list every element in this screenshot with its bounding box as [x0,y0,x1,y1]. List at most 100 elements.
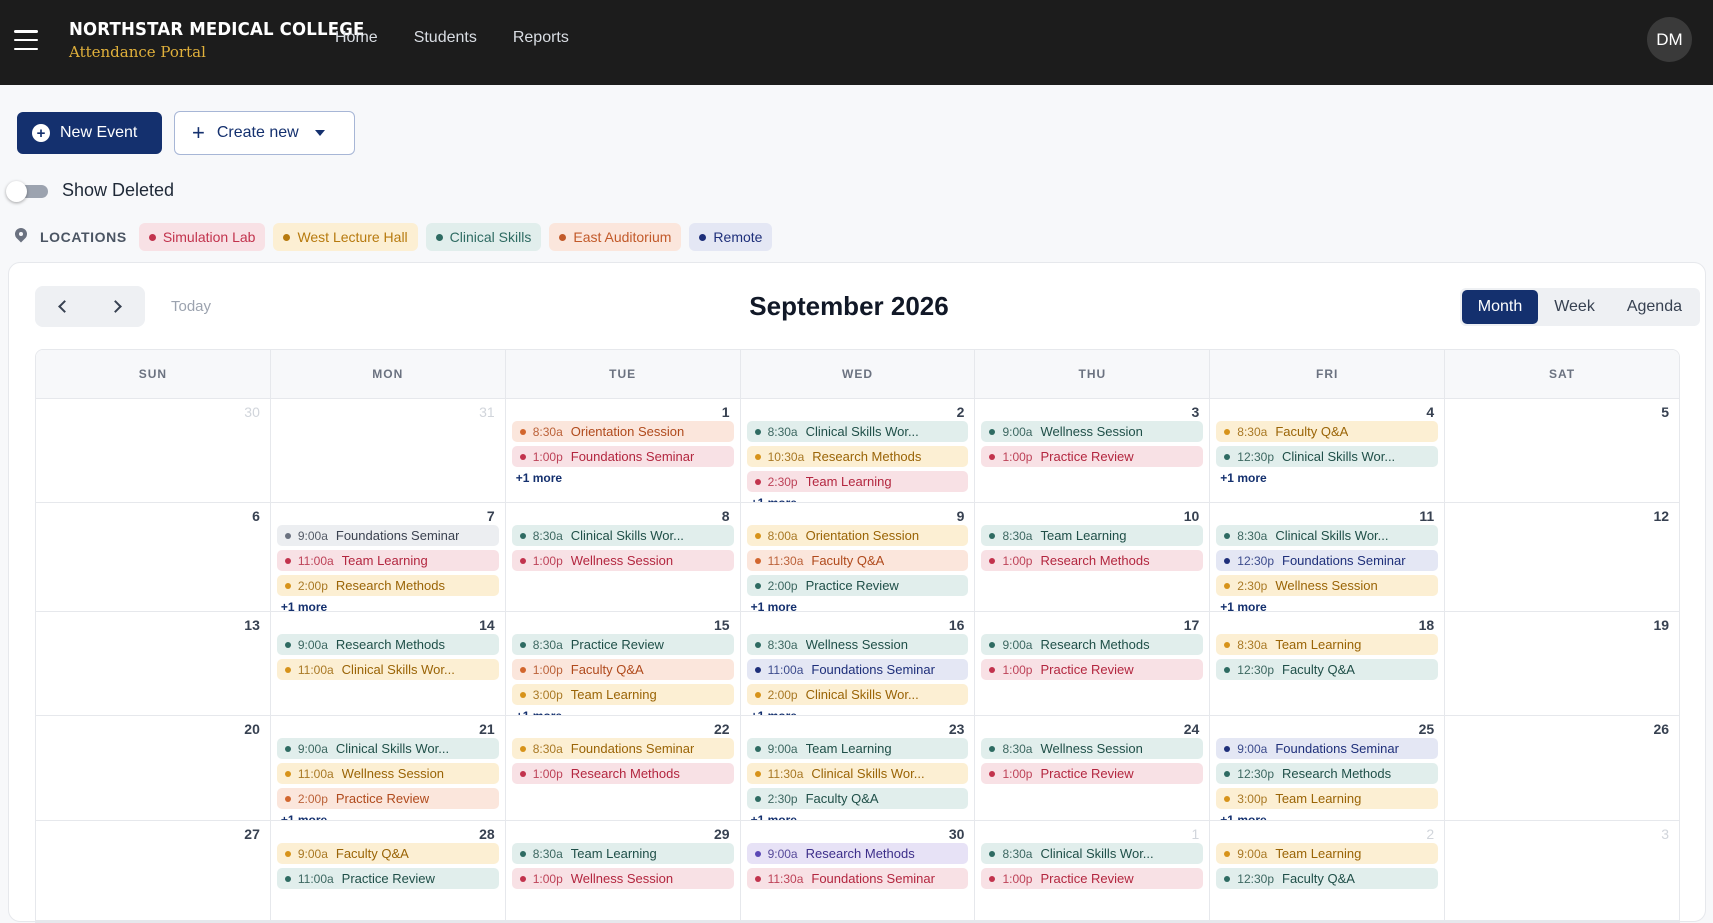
event-pill[interactable]: 8:30a Clinical Skills Wor... [1216,525,1439,546]
event-pill[interactable]: 9:00a Foundations Seminar [1216,738,1439,759]
day-cell[interactable]: 28 9:00a Faculty Q&A 11:00a Practice Review [271,821,506,920]
location-chip[interactable]: Simulation Lab [138,223,266,251]
more-events-link[interactable]: +1 more [277,813,499,820]
location-chip[interactable]: East Auditorium [549,223,682,251]
day-cell[interactable]: 5 [1445,399,1679,502]
event-pill[interactable]: 2:00p Research Methods [276,575,499,596]
day-cell[interactable]: 26 [1445,716,1679,820]
event-pill[interactable]: 2:30p Team Learning [746,471,969,492]
event-pill[interactable]: 9:00a Research Methods [746,843,969,864]
event-pill[interactable]: 1:00p Foundations Seminar [511,446,734,467]
event-pill[interactable]: 11:00a Wellness Session [276,763,499,784]
event-pill[interactable]: 11:00a Practice Review [276,868,499,889]
location-chip[interactable]: Remote [689,223,773,251]
day-cell[interactable]: 21 9:00a Clinical Skills Wor... 11:00a Welln… [271,716,506,820]
event-pill[interactable]: 3:00p Team Learning [1216,788,1439,809]
event-pill[interactable]: 1:00p Wellness Session [511,550,734,571]
nav-home[interactable]: Home [335,29,378,47]
day-cell[interactable]: 2 8:30a Clinical Skills Wor... 10:30a Resear… [741,399,976,502]
day-cell[interactable]: 3 [1445,821,1679,920]
event-pill[interactable]: 1:00p Practice Review [981,763,1204,784]
day-cell[interactable]: 3 9:00a Wellness Session 1:00p Practice Revi… [975,399,1211,502]
event-pill[interactable]: 11:00a Foundations Seminar [746,659,969,680]
day-cell[interactable]: 25 9:00a Foundations Seminar 12:30p Research… [1210,716,1446,820]
event-pill[interactable]: 11:00a Clinical Skills Wor... [276,659,499,680]
event-pill[interactable]: 10:30a Research Methods [746,446,969,467]
new-event-button[interactable]: + New Event [17,112,162,154]
event-pill[interactable]: 8:30a Wellness Session [746,634,969,655]
event-pill[interactable]: 2:30p Faculty Q&A [746,788,969,809]
event-pill[interactable]: 9:00a Team Learning [1216,843,1439,864]
more-events-link[interactable]: +1 more [512,471,734,485]
event-pill[interactable]: 12:30p Research Methods [1216,763,1439,784]
event-pill[interactable]: 1:00p Practice Review [981,659,1204,680]
menu-icon[interactable] [14,30,38,50]
event-pill[interactable]: 12:30p Faculty Q&A [1216,868,1439,889]
event-pill[interactable]: 1:00p Practice Review [981,868,1204,889]
event-pill[interactable]: 1:00p Practice Review [981,446,1204,467]
event-pill[interactable]: 8:30a Foundations Seminar [511,738,734,759]
event-pill[interactable]: 1:00p Wellness Session [511,868,734,889]
event-pill[interactable]: 1:00p Research Methods [981,550,1204,571]
day-cell[interactable]: 17 9:00a Research Methods 1:00p Practice Rev… [975,612,1211,715]
event-pill[interactable]: 11:30a Clinical Skills Wor... [746,763,969,784]
event-pill[interactable]: 9:00a Wellness Session [981,421,1204,442]
day-cell[interactable]: 30 [36,399,271,502]
day-cell[interactable]: 7 9:00a Foundations Seminar 11:00a Team Lear… [271,503,506,611]
event-pill[interactable]: 8:30a Clinical Skills Wor... [981,843,1204,864]
view-week[interactable]: Week [1538,290,1611,324]
day-cell[interactable]: 2 9:00a Team Learning 12:30p Faculty Q&A [1210,821,1446,920]
create-new-dropdown[interactable]: + Create new [174,111,355,155]
event-pill[interactable]: 8:30a Team Learning [511,843,734,864]
event-pill[interactable]: 11:30a Faculty Q&A [746,550,969,571]
show-deleted-toggle[interactable] [6,180,48,202]
day-cell[interactable]: 14 9:00a Research Methods 11:00a Clinical Sk… [271,612,506,715]
event-pill[interactable]: 9:00a Research Methods [276,634,499,655]
event-pill[interactable]: 9:00a Clinical Skills Wor... [276,738,499,759]
nav-reports[interactable]: Reports [513,29,569,47]
day-cell[interactable]: 19 [1445,612,1679,715]
event-pill[interactable]: 9:00a Research Methods [981,634,1204,655]
event-pill[interactable]: 9:00a Team Learning [746,738,969,759]
event-pill[interactable]: 8:30a Wellness Session [981,738,1204,759]
more-events-link[interactable]: +1 more [747,709,969,715]
event-pill[interactable]: 8:30a Faculty Q&A [1216,421,1439,442]
day-cell[interactable]: 22 8:30a Foundations Seminar 1:00p Research … [506,716,741,820]
event-pill[interactable]: 2:00p Practice Review [276,788,499,809]
more-events-link[interactable]: +1 more [747,813,969,820]
day-cell[interactable]: 13 [36,612,271,715]
event-pill[interactable]: 11:00a Team Learning [276,550,499,571]
day-cell[interactable]: 1 8:30a Orientation Session 1:00p Foundation… [506,399,741,502]
more-events-link[interactable]: +1 more [277,600,499,611]
event-pill[interactable]: 2:00p Practice Review [746,575,969,596]
day-cell[interactable]: 18 8:30a Team Learning 12:30p Faculty Q&A [1210,612,1446,715]
day-cell[interactable]: 16 8:30a Wellness Session 11:00a Foundations… [741,612,976,715]
day-cell[interactable]: 6 [36,503,271,611]
event-pill[interactable]: 9:00a Faculty Q&A [276,843,499,864]
event-pill[interactable]: 1:00p Faculty Q&A [511,659,734,680]
user-avatar[interactable]: DM [1647,17,1692,62]
location-chip[interactable]: West Lecture Hall [273,223,418,251]
location-chip[interactable]: Clinical Skills [425,223,542,251]
event-pill[interactable]: 3:00p Team Learning [511,684,734,705]
day-cell[interactable]: 24 8:30a Wellness Session 1:00p Practice Rev… [975,716,1211,820]
event-pill[interactable]: 12:30p Faculty Q&A [1216,659,1439,680]
day-cell[interactable]: 23 9:00a Team Learning 11:30a Clinical Skill… [741,716,976,820]
nav-students[interactable]: Students [414,29,477,47]
event-pill[interactable]: 12:30p Foundations Seminar [1216,550,1439,571]
day-cell[interactable]: 30 9:00a Research Methods 11:30a Foundations… [741,821,976,920]
day-cell[interactable]: 9 8:00a Orientation Session 11:30a Faculty Q… [741,503,976,611]
event-pill[interactable]: 12:30p Clinical Skills Wor... [1216,446,1439,467]
event-pill[interactable]: 8:30a Clinical Skills Wor... [746,421,969,442]
more-events-link[interactable]: +1 more [747,600,969,611]
day-cell[interactable]: 4 8:30a Faculty Q&A 12:30p Clinical Skills W… [1210,399,1446,502]
event-pill[interactable]: 2:30p Wellness Session [1216,575,1439,596]
event-pill[interactable]: 8:30a Practice Review [511,634,734,655]
day-cell[interactable]: 10 8:30a Team Learning 1:00p Research Method… [975,503,1211,611]
more-events-link[interactable]: +1 more [1216,600,1438,611]
day-cell[interactable]: 31 [271,399,506,502]
more-events-link[interactable]: +1 more [747,496,969,502]
day-cell[interactable]: 29 8:30a Team Learning 1:00p Wellness Sessio… [506,821,741,920]
event-pill[interactable]: 8:00a Orientation Session [746,525,969,546]
day-cell[interactable]: 27 [36,821,271,920]
